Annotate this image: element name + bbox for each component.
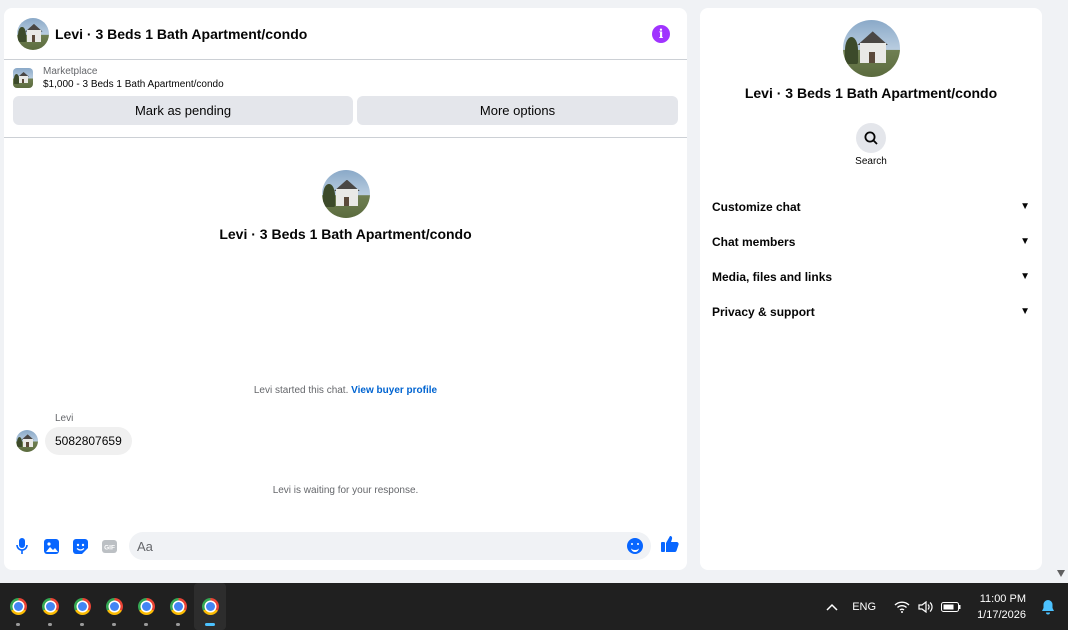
chat-started-notice: Levi started this chat. View buyer profi…	[4, 385, 687, 396]
menu-item-media-files-links[interactable]: Media, files and links ▼	[700, 259, 1042, 294]
listing-banner: Marketplace $1,000 - 3 Beds 1 Bath Apart…	[4, 60, 687, 138]
message-row: 5082807659	[16, 427, 132, 455]
conversation-info-panel: Levi · 3 Beds 1 Bath Apartment/condo Sea…	[700, 8, 1042, 570]
chrome-icon	[73, 598, 91, 615]
sender-avatar[interactable]	[16, 430, 38, 452]
menu-item-chat-members[interactable]: Chat members ▼	[700, 224, 1042, 259]
system-tray: ENG 11:00 PM 1/17/2026	[826, 583, 1068, 630]
search-button[interactable]	[856, 123, 886, 153]
clock[interactable]: 11:00 PM 1/17/2026	[977, 591, 1026, 623]
chrome-icon	[9, 598, 27, 615]
chrome-icon	[41, 598, 59, 615]
chevron-down-icon: ▼	[1020, 236, 1030, 247]
battery-icon[interactable]	[941, 601, 961, 612]
taskbar-chrome-5[interactable]	[130, 583, 162, 630]
taskbar-chrome-2[interactable]	[34, 583, 66, 630]
message-input[interactable]	[137, 538, 627, 554]
chrome-icon	[105, 598, 123, 615]
scroll-down-arrow[interactable]	[1057, 570, 1065, 577]
conversation-avatar[interactable]	[321, 170, 370, 218]
taskbar: ENG 11:00 PM 1/17/2026	[0, 583, 1068, 630]
mark-as-pending-button[interactable]: Mark as pending	[13, 96, 353, 125]
menu-item-customize-chat[interactable]: Customize chat ▼	[700, 189, 1042, 224]
chat-started-text: Levi started this chat.	[253, 385, 349, 396]
more-options-button[interactable]: More options	[357, 96, 678, 125]
listing-summary[interactable]: Marketplace $1,000 - 3 Beds 1 Bath Apart…	[13, 66, 678, 90]
search-label: Search	[855, 156, 887, 167]
photo-icon[interactable]	[42, 537, 60, 555]
taskbar-chrome-3[interactable]	[66, 583, 98, 630]
listing-thumbnail	[13, 68, 33, 88]
chrome-icon	[169, 598, 187, 615]
gif-icon[interactable]: GIF	[100, 537, 118, 555]
info-icon[interactable]: i	[652, 24, 670, 43]
notification-bell-icon[interactable]	[1040, 599, 1056, 615]
listing-price-title: $1,000 - 3 Beds 1 Bath Apartment/condo	[43, 79, 224, 90]
microphone-icon[interactable]	[13, 537, 31, 555]
language-indicator[interactable]: ENG	[852, 601, 876, 613]
chat-panel: Levi · 3 Beds 1 Bath Apartment/condo i M…	[4, 8, 687, 570]
conversation-name: Levi · 3 Beds 1 Bath Apartment/condo	[219, 226, 472, 242]
chevron-down-icon: ▼	[1020, 271, 1030, 282]
info-name: Levi · 3 Beds 1 Bath Apartment/condo	[744, 85, 998, 101]
chrome-icon	[201, 598, 219, 615]
clock-time: 11:00 PM	[979, 592, 1026, 605]
message-sender-name: Levi	[55, 413, 74, 424]
conversation-profile: Levi · 3 Beds 1 Bath Apartment/condo	[4, 170, 687, 242]
listing-source: Marketplace	[43, 66, 98, 77]
message-bubble[interactable]: 5082807659	[45, 427, 132, 455]
taskbar-chrome-7-active[interactable]	[194, 583, 226, 630]
sticker-icon[interactable]	[71, 537, 89, 555]
composer: GIF	[4, 531, 687, 561]
menu-item-privacy-support[interactable]: Privacy & support ▼	[700, 294, 1042, 329]
clock-date: 1/17/2026	[977, 608, 1026, 621]
info-avatar[interactable]	[842, 20, 900, 77]
chevron-down-icon: ▼	[1020, 306, 1030, 317]
chrome-icon	[137, 598, 155, 615]
wifi-icon[interactable]	[894, 600, 910, 613]
info-menu: Customize chat ▼ Chat members ▼ Media, f…	[700, 189, 1042, 329]
search-icon	[864, 131, 878, 145]
chat-header: Levi · 3 Beds 1 Bath Apartment/condo i	[4, 8, 687, 60]
chat-title[interactable]: Levi · 3 Beds 1 Bath Apartment/condo	[55, 26, 652, 42]
view-buyer-profile-link[interactable]: View buyer profile	[351, 385, 437, 396]
emoji-icon[interactable]	[627, 538, 643, 554]
chevron-down-icon: ▼	[1020, 201, 1030, 212]
svg-text:GIF: GIF	[104, 544, 115, 551]
volume-icon[interactable]	[918, 600, 933, 613]
thumbs-up-icon[interactable]	[661, 535, 679, 557]
taskbar-chrome-4[interactable]	[98, 583, 130, 630]
taskbar-chrome-6[interactable]	[162, 583, 194, 630]
taskbar-chrome-1[interactable]	[2, 583, 34, 630]
chevron-up-icon[interactable]	[826, 603, 838, 611]
listing-avatar[interactable]	[17, 17, 49, 50]
message-input-wrapper	[129, 532, 651, 560]
waiting-notice: Levi is waiting for your response.	[272, 485, 419, 496]
